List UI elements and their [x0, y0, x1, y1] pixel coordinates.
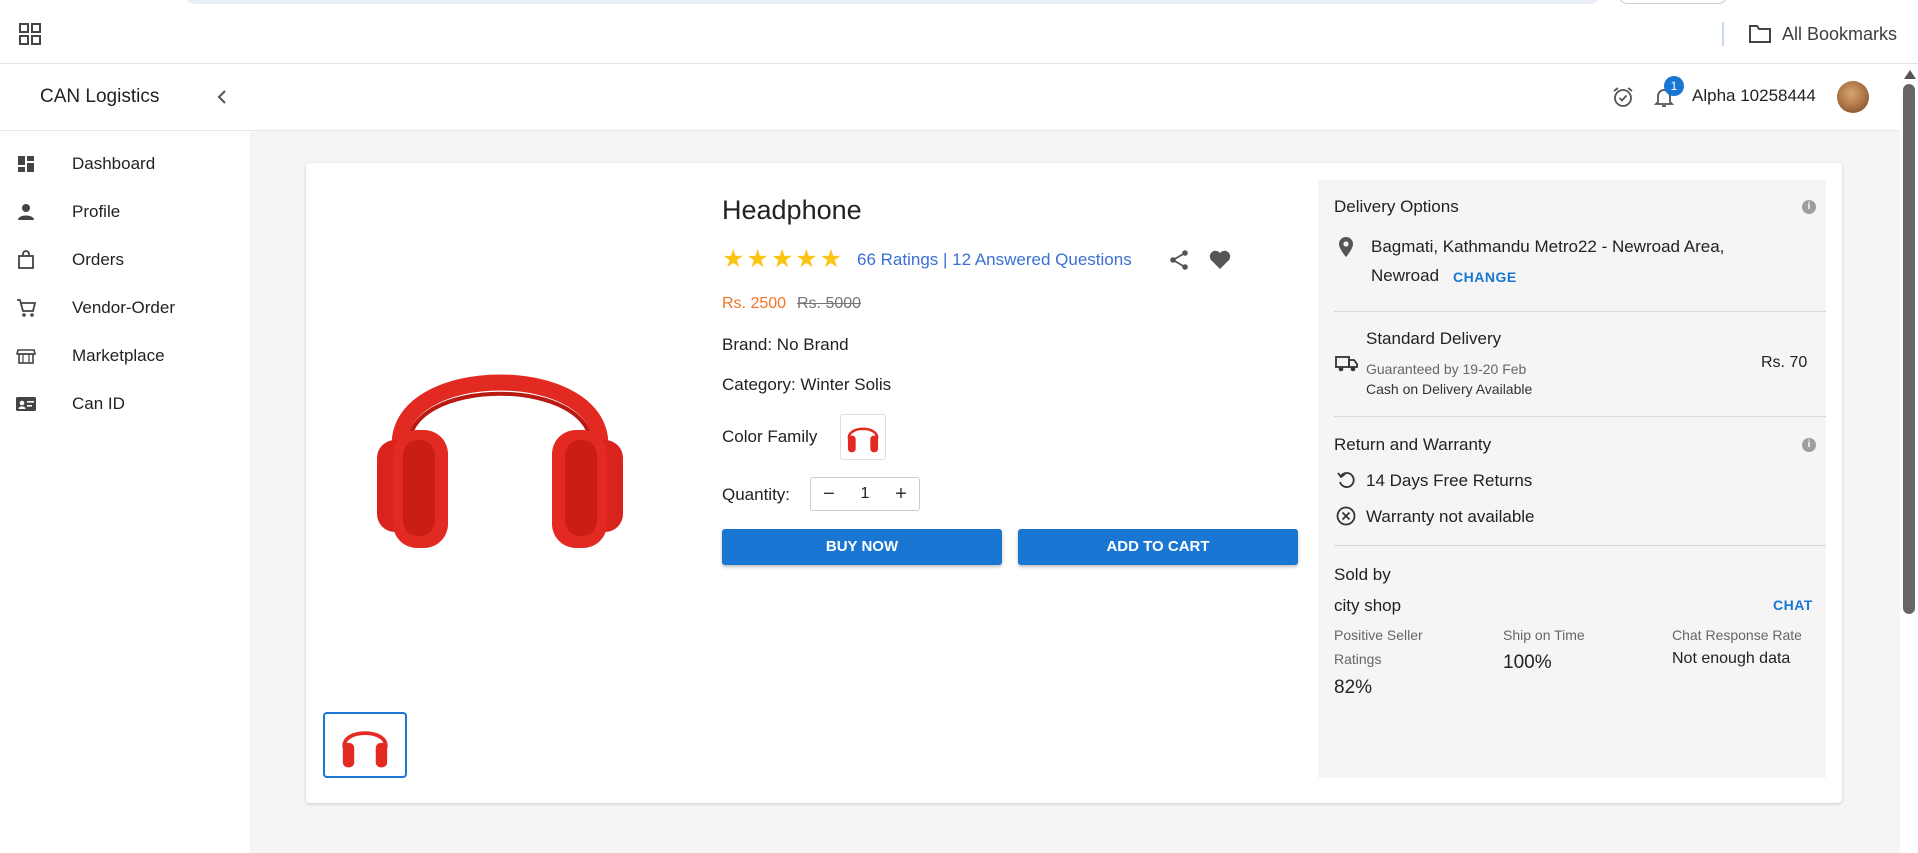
product-price: Rs. 2500 [722, 295, 787, 312]
app-brand: CAN Logistics [40, 86, 160, 107]
folder-icon [1749, 25, 1771, 43]
apps-grid-icon[interactable] [19, 23, 41, 45]
sidebar-item-marketplace[interactable]: Marketplace [0, 332, 250, 380]
sidebar-item-label: Can ID [72, 394, 125, 413]
delivery-address-line1: Bagmati, Kathmandu Metro22 - Newroad Are… [1371, 237, 1725, 256]
divider [1334, 416, 1826, 417]
delivery-options-title: Delivery Options [1334, 197, 1459, 216]
product-title: Headphone [722, 195, 862, 225]
sidebar-item-label: Orders [72, 250, 124, 269]
headphone-thumbnail-icon [342, 731, 388, 768]
standard-delivery-title: Standard Delivery [1366, 329, 1502, 348]
sidebar-item-label: Dashboard [72, 154, 156, 173]
address-bar[interactable] [185, 0, 1600, 4]
page-scrollbar[interactable] [1900, 64, 1918, 853]
id-card-icon [16, 397, 36, 411]
positive-ratings-label-2: Ratings [1334, 651, 1382, 667]
browser-button[interactable] [1618, 0, 1728, 4]
divider [1334, 311, 1826, 312]
star-icon: ★ [722, 245, 745, 273]
product-brand: Brand: No Brand [722, 335, 849, 354]
user-name[interactable]: Alpha 10258444 [1692, 86, 1816, 106]
product-thumbnail[interactable] [323, 712, 407, 778]
shopping-bag-icon [18, 250, 34, 269]
star-icon: ★ [819, 245, 843, 273]
cart-icon [17, 299, 37, 317]
bookmarks-separator [1722, 22, 1724, 46]
chat-response-value: Not enough data [1672, 650, 1791, 667]
sidebar-item-dashboard[interactable]: Dashboard [0, 140, 250, 188]
share-icon[interactable] [1168, 249, 1190, 271]
product-old-price: Rs. 5000 [797, 295, 862, 312]
sidebar-item-label: Marketplace [72, 346, 165, 365]
quantity-label: Quantity: [722, 485, 791, 504]
app-header: CAN Logistics 1 Alpha 10258444 [0, 64, 1900, 131]
change-address-link[interactable]: CHANGE [1453, 269, 1517, 285]
ship-on-time-value: 100% [1503, 652, 1552, 673]
person-icon [18, 204, 34, 220]
return-icon [1337, 472, 1355, 488]
info-icon[interactable]: i [1802, 200, 1816, 214]
no-warranty-icon [1336, 506, 1356, 526]
warranty-info: Warranty not available [1366, 507, 1535, 526]
store-icon [15, 349, 37, 364]
star-icon: ★ [746, 245, 769, 273]
all-bookmarks-button[interactable]: All Bookmarks [1748, 22, 1897, 46]
positive-ratings-label-1: Positive Seller [1334, 627, 1423, 643]
sold-by-label: Sold by [1334, 565, 1391, 584]
star-icon: ★ [795, 245, 818, 273]
dashboard-icon [18, 156, 34, 172]
location-pin-icon [1339, 237, 1353, 257]
decrement-button[interactable]: − [811, 483, 847, 506]
sidebar-item-can-id[interactable]: Can ID [0, 380, 250, 428]
quantity-stepper: − 1 + [810, 477, 920, 511]
sidebar: Dashboard Profile Orders Vendor-Order Ma… [0, 131, 250, 853]
star-icon: ★ [770, 245, 794, 273]
chat-link[interactable]: CHAT [1773, 597, 1813, 613]
browser-toolbar: All Bookmarks [0, 0, 1918, 64]
delivery-address-line2: Newroad [1371, 266, 1440, 285]
avatar[interactable] [1837, 81, 1869, 113]
ratings-link[interactable]: 66 Ratings | 12 Answered Questions [857, 250, 1132, 270]
cod-note: Cash on Delivery Available [1366, 381, 1533, 397]
scrollbar-thumb[interactable] [1903, 84, 1915, 614]
color-swatch[interactable] [840, 414, 886, 460]
sidebar-item-label: Profile [72, 202, 121, 221]
product-category: Category: Winter Solis [722, 375, 892, 394]
seller-name: city shop [1334, 596, 1402, 615]
color-family-label: Color Family [722, 427, 818, 446]
return-warranty-title: Return and Warranty [1334, 435, 1492, 454]
standard-delivery-price: Rs. 70 [1761, 354, 1808, 371]
alarm-icon[interactable] [1612, 86, 1634, 108]
sidebar-item-vendor-order[interactable]: Vendor-Order [0, 284, 250, 332]
sidebar-item-label: Vendor-Order [72, 298, 175, 317]
truck-icon [1335, 356, 1358, 372]
quantity-value[interactable]: 1 [847, 485, 883, 503]
divider [1334, 545, 1826, 546]
increment-button[interactable]: + [883, 483, 919, 506]
sidebar-item-orders[interactable]: Orders [0, 236, 250, 284]
chat-response-label: Chat Response Rate [1672, 627, 1802, 643]
sidebar-item-profile[interactable]: Profile [0, 188, 250, 236]
heart-icon[interactable] [1208, 249, 1232, 271]
positive-ratings-value: 82% [1334, 677, 1373, 698]
ship-on-time-label: Ship on Time [1503, 627, 1585, 643]
add-to-cart-button[interactable]: ADD TO CART [1018, 529, 1298, 565]
rating-stars: ★ ★ ★ ★ ★ [722, 245, 843, 273]
product-image [377, 374, 623, 548]
returns-info: 14 Days Free Returns [1366, 471, 1533, 490]
buy-now-button[interactable]: BUY NOW [722, 529, 1002, 565]
notification-badge: 1 [1664, 76, 1684, 96]
info-icon[interactable]: i [1802, 438, 1816, 452]
headphone-swatch-icon [847, 427, 879, 453]
delivery-guarantee: Guaranteed by 19-20 Feb [1366, 361, 1527, 377]
chevron-left-icon[interactable] [212, 87, 232, 107]
scroll-up-icon[interactable] [1904, 70, 1916, 79]
all-bookmarks-label: All Bookmarks [1782, 23, 1898, 44]
